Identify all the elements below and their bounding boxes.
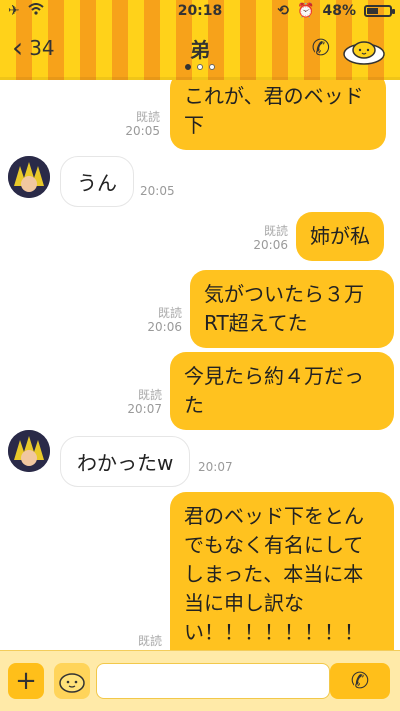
message-time-text: 20:05 <box>140 184 175 198</box>
sticker-icon <box>59 673 85 693</box>
add-button[interactable]: + <box>8 663 44 699</box>
message-bubble-out[interactable]: 姉が私 <box>296 212 384 261</box>
read-receipt: 既読 <box>157 306 182 320</box>
message-meta: 既読 20:06 <box>147 306 182 335</box>
page-dots <box>0 64 400 70</box>
sticker-button[interactable] <box>54 663 90 699</box>
chat-area[interactable]: 既読 20:05 これが、君のベッド 下 うん 20:05 既読 20:06 姉… <box>0 80 400 650</box>
avatar[interactable] <box>8 156 50 198</box>
message-time: 20:06 <box>147 320 182 335</box>
phone-icon: ✆ <box>350 668 370 694</box>
read-receipt: 既読 <box>137 634 162 648</box>
read-receipt: 既読 <box>263 224 288 238</box>
message-time: 20:05 <box>125 124 160 139</box>
message-bubble-out[interactable]: これが、君のベッド 下 <box>170 80 386 150</box>
call-button[interactable]: ✆ <box>312 36 330 61</box>
message-meta: 既読 20:06 <box>253 224 288 253</box>
page-dot <box>185 64 191 70</box>
read-receipt: 既読 <box>137 388 162 402</box>
plus-icon: + <box>15 666 37 696</box>
page-dot <box>197 64 203 70</box>
message-meta: 既読 <box>138 634 162 648</box>
message-meta: 既読 20:07 <box>127 388 162 417</box>
status-right: ⟲ ⏰ 48% <box>277 3 395 19</box>
read-receipt: 既読 <box>135 110 160 124</box>
battery-icon <box>364 5 395 17</box>
page-dot <box>209 64 215 70</box>
message-bubble-out[interactable]: 気がついたら３万 RT超えてた <box>190 270 394 348</box>
message-time-text: 20:07 <box>198 460 233 474</box>
battery-percent: 48% <box>322 3 356 19</box>
message-bubble-in[interactable]: わかったw <box>60 436 191 487</box>
message-input[interactable] <box>96 663 330 699</box>
avatar[interactable] <box>8 430 50 472</box>
message-time: 20:06 <box>253 238 288 253</box>
composer-bar: + ✆ <box>0 650 400 711</box>
message-time: 20:05 <box>140 184 175 198</box>
phone-icon: ✆ <box>311 36 330 61</box>
composer-call-button[interactable]: ✆ <box>330 663 390 699</box>
nav-bar: ‹ 34 弟 ✆ <box>0 28 400 76</box>
status-bar: ✈ 20:18 ⟲ ⏰ 48% <box>0 0 400 24</box>
alarm-icon: ⏰ <box>297 3 315 19</box>
message-bubble-out[interactable]: 君のベッド下をとん でもなく有名にして しまった、本当に本 当に申し訳な い！！… <box>170 492 394 650</box>
message-bubble-in[interactable]: うん <box>60 156 134 207</box>
chat-title: 弟 <box>190 38 210 62</box>
egg-mascot-icon[interactable] <box>342 34 386 66</box>
message-time: 20:07 <box>198 460 233 474</box>
message-bubble-out[interactable]: 今見たら約４万だっ た <box>170 352 394 430</box>
message-time: 20:07 <box>127 402 162 417</box>
message-meta: 既読 20:05 <box>125 110 160 139</box>
header: ✈ 20:18 ⟲ ⏰ 48% ‹ 34 弟 ✆ <box>0 0 400 80</box>
rotation-lock-icon: ⟲ <box>277 3 290 19</box>
